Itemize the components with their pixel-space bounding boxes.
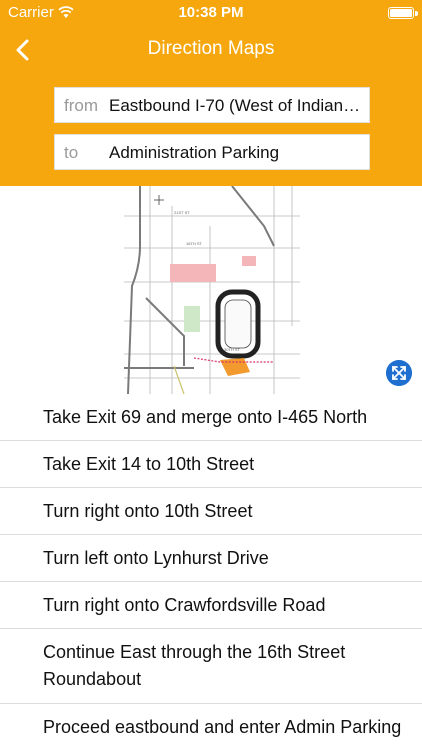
direction-step[interactable]: Continue East through the 16th Street Ro…	[0, 629, 422, 704]
direction-step[interactable]: Turn left onto Lynhurst Drive	[0, 535, 422, 582]
direction-map[interactable]: 21ST ST 16TH ST 10TH ST 30TH ST	[124, 186, 300, 394]
from-label: from	[64, 96, 98, 115]
battery-icon	[388, 7, 418, 19]
direction-step[interactable]: Proceed eastbound and enter Admin Parkin…	[0, 704, 422, 750]
from-field[interactable]: from Eastbound I-70 (West of Indianapoli…	[54, 87, 370, 123]
route-panel: from Eastbound I-70 (West of Indianapoli…	[0, 74, 422, 186]
from-value: Eastbound I-70 (West of Indianapolis)	[109, 96, 361, 115]
status-time: 10:38 PM	[178, 4, 244, 21]
navigation-bar: Direction Maps	[0, 26, 422, 74]
expand-map-button[interactable]	[386, 360, 412, 386]
direction-step[interactable]: Take Exit 69 and merge onto I-465 North	[0, 394, 422, 441]
direction-step[interactable]: Turn right onto 10th Street	[0, 488, 422, 535]
direction-step[interactable]: Turn right onto Crawfordsville Road	[0, 582, 422, 629]
to-label: to	[64, 143, 79, 162]
status-bar: Carrier 10:38 PM	[0, 0, 422, 26]
map-area: 21ST ST 16TH ST 10TH ST 30TH ST	[0, 186, 422, 394]
to-field[interactable]: to Administration Parking	[54, 134, 370, 170]
directions-list: Take Exit 69 and merge onto I-465 North …	[0, 394, 422, 750]
direction-step[interactable]: Take Exit 14 to 10th Street	[0, 441, 422, 488]
svg-text:16TH ST: 16TH ST	[186, 241, 203, 246]
page-title: Direction Maps	[147, 38, 275, 59]
svg-text:21ST ST: 21ST ST	[174, 210, 190, 215]
to-value: Administration Parking	[109, 143, 280, 162]
